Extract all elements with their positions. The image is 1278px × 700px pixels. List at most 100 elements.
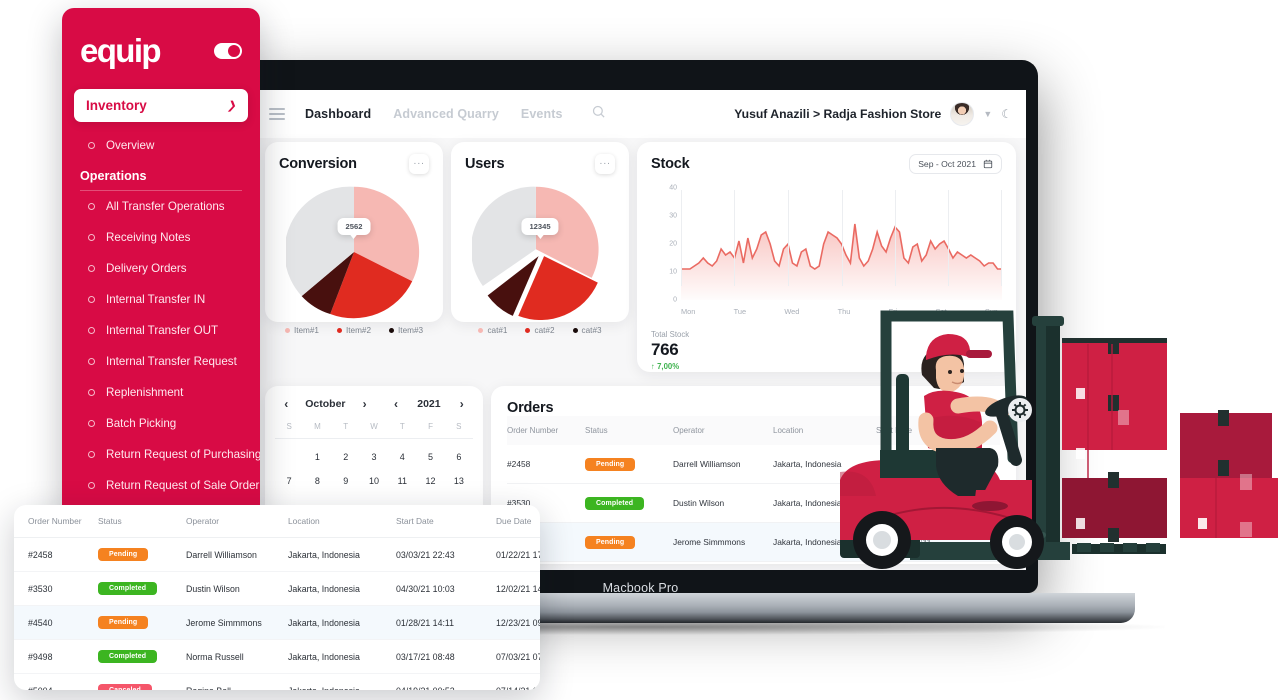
calendar-day[interactable]: 9 [332,469,360,493]
forklift-svg [840,310,1278,569]
calendar-prev-year-button[interactable]: ‹ [389,396,403,412]
stock-date-range-label: Sep - Oct 2021 [918,159,976,169]
bullet-icon [88,234,95,241]
users-pie-chart: 12345 [470,184,608,321]
hamburger-menu-icon[interactable] [269,108,285,120]
status-badge: Completed [98,582,158,595]
legend-item-3: Item#3 [389,326,423,335]
calendar-day[interactable]: 5 [416,445,444,469]
users-legend: cat#1 cat#2 cat#3 [451,320,629,335]
forklift-illustration [840,300,1278,610]
avatar[interactable] [950,102,975,126]
sidebar-item-overview[interactable]: Overview [62,130,260,161]
calendar-dow-row: SM TW TF S [286,422,462,431]
sidebar-item-inventory[interactable]: Inventory ❯ [74,89,248,122]
sidebar-item-internal-transfer-request[interactable]: Internal Transfer Request [62,346,260,377]
sidebar-item-receiving-notes[interactable]: Receiving Notes [62,222,260,253]
nav-advanced-quarry[interactable]: Advanced Quarry [393,107,499,121]
status-badge: Completed [98,650,158,663]
screenshot-root: Macbook Pro Dashboard Advanced Quarry Ev… [0,0,1278,700]
status-badge: Pending [98,616,149,629]
sidebar-item-replenishment[interactable]: Replenishment [62,377,260,408]
users-tooltip: 12345 [521,218,559,239]
conversion-more-button[interactable]: ··· [409,154,429,174]
legend-cat-1: cat#1 [478,326,507,335]
user-breadcrumb: Yusuf Anazili > Radja Fashion Store [734,107,942,121]
nav-dashboard[interactable]: Dashboard [305,107,371,121]
calendar-day[interactable]: 8 [303,469,331,493]
calendar-day[interactable]: 4 [388,445,416,469]
users-pie-svg [470,186,599,321]
dashboard-topbar: Dashboard Advanced Quarry Events Yusuf A… [255,90,1026,138]
sidebar-group-operations: Operations [80,169,147,183]
logo: equip [80,32,162,69]
table-row[interactable]: #4540 Pending Jerome Simmmons Jakarta, I… [14,605,540,640]
users-title: Users [465,156,505,172]
calendar-prev-month-button[interactable]: ‹ [279,396,293,412]
sidebar-item-return-request-purchasing[interactable]: Return Request of Purchasing [62,439,260,470]
legend-item-2: Item#2 [336,326,371,335]
bullet-icon [88,420,95,427]
status-badge: Pending [98,548,149,561]
dark-mode-icon[interactable]: ☾ [1001,107,1012,121]
search-icon[interactable] [591,104,606,124]
calendar-month-label: October [305,398,346,410]
conversion-pie-svg [284,186,420,319]
sidebar-menu: Overview Operations All Transfer Operati… [62,130,260,518]
sidebar-item-internal-transfer-out[interactable]: Internal Transfer OUT [62,315,260,346]
nav-events[interactable]: Events [521,107,563,121]
legend-cat-2: cat#2 [525,326,555,335]
calendar-icon [983,159,993,169]
sidebar-item-return-request-sale-order[interactable]: Return Request of Sale Order [62,470,260,501]
bullet-icon [88,296,95,303]
stock-plot-area [681,188,1003,300]
delta-arrow-icon: ↑ [651,362,655,371]
users-card-header: Users ··· [451,142,629,174]
calendar-day[interactable]: 12 [416,469,444,493]
sidebar-item-batch-picking[interactable]: Batch Picking [62,408,260,439]
calendar-day[interactable]: 7 [275,469,303,493]
bullet-icon [88,265,95,272]
conversion-tooltip: 2562 [337,218,371,239]
calendar-day[interactable]: 2 [332,445,360,469]
bullet-icon [88,451,95,458]
calendar-day[interactable]: 6 [445,445,473,469]
bullet-icon [88,482,95,489]
conversion-title: Conversion [279,156,357,172]
chevron-down-icon[interactable]: ▼ [983,109,992,119]
users-more-button[interactable]: ··· [595,154,615,174]
sidebar-item-delivery-orders[interactable]: Delivery Orders [62,253,260,284]
topbar-user-area: Yusuf Anazili > Radja Fashion Store ▼ ☾ [734,102,1012,126]
sidebar-item-all-transfer-operations[interactable]: All Transfer Operations [62,191,260,222]
calendar-day[interactable]: 11 [388,469,416,493]
conversion-card-header: Conversion ··· [265,142,443,174]
stock-date-range-picker[interactable]: Sep - Oct 2021 [909,154,1002,174]
bullet-icon [88,358,95,365]
table-row[interactable]: #2458 Pending Darrell Williamson Jakarta… [14,537,540,572]
table-row[interactable]: #3530 Completed Dustin Wilson Jakarta, I… [14,571,540,606]
calendar-day[interactable]: 10 [360,469,388,493]
bullet-icon [88,203,95,210]
table-row[interactable]: #9498 Completed Norma Russell Jakarta, I… [14,639,540,674]
delta-value: 7,00% [657,362,680,371]
sidebar: equip Inventory ❯ Overview Operations Al… [62,8,260,518]
table-row[interactable]: #5004 Canceled Regina Bell Jakarta, Indo… [14,674,540,690]
calendar-day[interactable] [275,445,303,469]
card-conversion: Conversion ··· 2562 Item#1 Item#2 Item#3 [265,142,443,335]
calendar-next-year-button[interactable]: › [455,396,469,412]
calendar-day[interactable]: 13 [445,469,473,493]
theme-toggle[interactable] [214,42,242,59]
legend-item-1: Item#1 [284,326,319,335]
calendar-header: ‹ October › ‹ 2021 › [265,386,483,418]
stock-card-header: Stock Sep - Oct 2021 [637,142,1016,174]
calendar-day[interactable]: 3 [360,445,388,469]
calendar-next-month-button[interactable]: › [357,396,371,412]
stock-area-chart: 40 30 20 10 0 Mon Tue Wed Thu Fri Sat Su… [647,185,1006,316]
calendar-divider [275,438,473,439]
chevron-right-icon: ❯ [226,100,236,112]
cargo-boxes [1062,338,1278,542]
stock-title: Stock [651,156,690,172]
calendar-day[interactable]: 1 [303,445,331,469]
sidebar-item-internal-transfer-in[interactable]: Internal Transfer IN [62,284,260,315]
floating-orders-table: Order Number Status Operator Location St… [14,505,540,690]
